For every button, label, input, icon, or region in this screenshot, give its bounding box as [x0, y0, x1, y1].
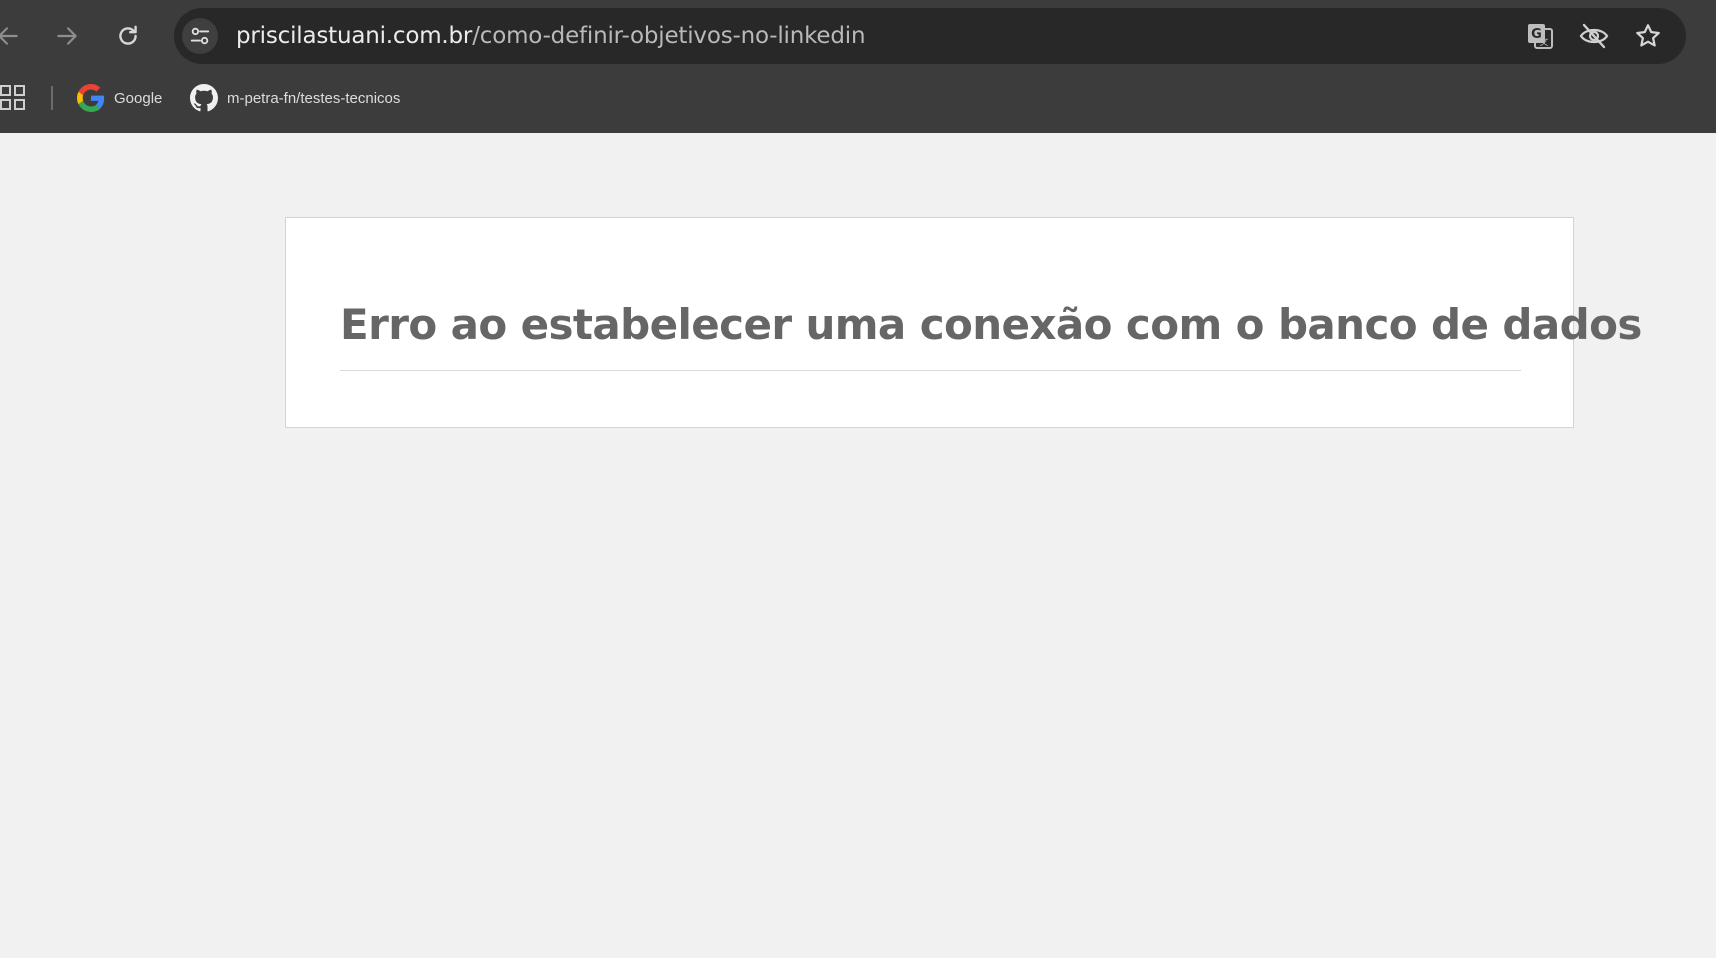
- url-domain: priscilastuani.com.br: [236, 23, 473, 49]
- page-content: Erro ao estabelecer uma conexão com o ba…: [0, 133, 1716, 958]
- back-button[interactable]: [0, 14, 30, 58]
- bookmarks-bar: Google m-petra-fn/testes-tecnicos: [0, 76, 1716, 120]
- star-icon: [1636, 24, 1660, 47]
- bookmark-github-repo[interactable]: m-petra-fn/testes-tecnicos: [190, 80, 400, 116]
- bookmark-google[interactable]: Google: [77, 80, 162, 116]
- divider: [340, 370, 1521, 371]
- translate-icon: G 文: [1528, 24, 1553, 49]
- error-title: Erro ao estabelecer uma conexão com o ba…: [340, 300, 1642, 349]
- url-path: /como-definir-objetivos-no-linkedin: [472, 23, 866, 49]
- apps-grid-icon: [0, 85, 25, 110]
- bookmark-star-button[interactable]: [1632, 20, 1664, 52]
- translate-button[interactable]: G 文: [1524, 20, 1556, 52]
- reload-button[interactable]: [106, 14, 150, 58]
- forward-button[interactable]: [45, 14, 89, 58]
- svg-text:文: 文: [1539, 36, 1548, 48]
- apps-button[interactable]: [0, 85, 28, 113]
- browser-toolbar: priscilastuani.com.br/como-definir-objet…: [0, 0, 1716, 71]
- url-text[interactable]: priscilastuani.com.br/como-definir-objet…: [236, 8, 866, 64]
- github-icon: [190, 84, 218, 112]
- bookmarks-divider: [51, 86, 53, 110]
- tracking-protection-button[interactable]: [1578, 20, 1610, 52]
- browser-chrome: priscilastuani.com.br/como-definir-objet…: [0, 0, 1716, 133]
- address-bar[interactable]: priscilastuani.com.br/como-definir-objet…: [174, 8, 1686, 64]
- eye-off-icon: [1579, 23, 1609, 49]
- site-info-button[interactable]: [182, 18, 218, 54]
- error-card: Erro ao estabelecer uma conexão com o ba…: [285, 217, 1642, 428]
- reload-icon: [119, 25, 137, 45]
- tune-icon: [190, 27, 210, 45]
- arrow-right-icon: [57, 27, 77, 45]
- google-icon: [77, 84, 105, 112]
- arrow-left-icon: [0, 27, 18, 45]
- bookmark-label: m-petra-fn/testes-tecnicos: [227, 89, 401, 107]
- bookmark-label: Google: [114, 89, 163, 107]
